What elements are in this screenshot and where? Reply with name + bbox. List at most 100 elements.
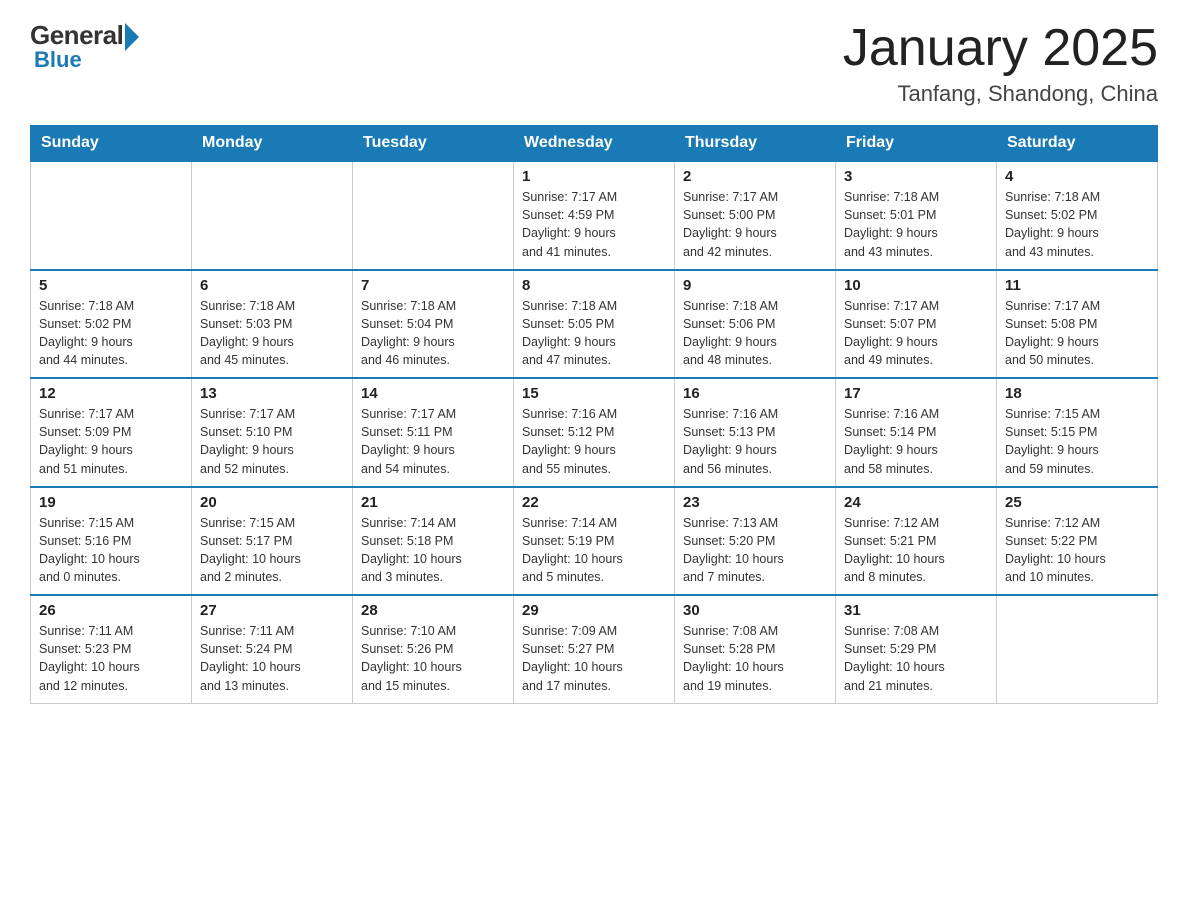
logo: General Blue <box>30 20 139 73</box>
day-number: 12 <box>39 385 183 402</box>
day-info: Sunrise: 7:17 AM Sunset: 4:59 PM Dayligh… <box>522 188 666 261</box>
day-number: 29 <box>522 602 666 619</box>
day-number: 5 <box>39 277 183 294</box>
calendar-day-header: Tuesday <box>353 126 514 162</box>
logo-blue-text: Blue <box>34 47 82 73</box>
page-header: General Blue January 2025 Tanfang, Shand… <box>30 20 1158 107</box>
calendar-day-cell: 21Sunrise: 7:14 AM Sunset: 5:18 PM Dayli… <box>353 487 514 596</box>
day-number: 1 <box>522 168 666 185</box>
calendar-week-row: 26 Sunrise: 7:11 AM Sunset: 5:23 PM Dayli… <box>31 595 1158 703</box>
page-title: January 2025 <box>843 20 1158 77</box>
day-number: 8 <box>522 277 666 294</box>
calendar-day-cell: 29 Sunrise: 7:09 AM Sunset: 5:27 PM Dayli… <box>514 595 675 703</box>
calendar-day-cell: 31 Sunrise: 7:08 AM Sunset: 5:29 PM Dayli… <box>836 595 997 703</box>
calendar-day-header: Monday <box>192 126 353 162</box>
calendar-week-row: 1 Sunrise: 7:17 AM Sunset: 4:59 PM Daylig… <box>31 161 1158 270</box>
day-number: 20 <box>200 494 344 511</box>
calendar-day-cell: 13 Sunrise: 7:17 AM Sunset: 5:10 PM Dayli… <box>192 378 353 487</box>
calendar-day-cell: 5Sunrise: 7:18 AM Sunset: 5:02 PM Daylig… <box>31 270 192 379</box>
calendar-day-header: Thursday <box>675 126 836 162</box>
day-info: Sunrise: 7:16 AM Sunset: 5:13 PM Dayligh… <box>683 405 827 478</box>
day-number: 13 <box>200 385 344 402</box>
calendar-day-cell <box>192 161 353 270</box>
day-info: Sunrise: 7:15 AM Sunset: 5:15 PM Dayligh… <box>1005 405 1149 478</box>
calendar-day-cell: 9Sunrise: 7:18 AM Sunset: 5:06 PM Daylig… <box>675 270 836 379</box>
calendar-day-cell: 12Sunrise: 7:17 AM Sunset: 5:09 PM Dayli… <box>31 378 192 487</box>
day-info: Sunrise: 7:08 AM Sunset: 5:29 PM Dayligh… <box>844 622 988 695</box>
calendar-day-cell: 20 Sunrise: 7:15 AM Sunset: 5:17 PM Dayli… <box>192 487 353 596</box>
calendar-day-cell: 6Sunrise: 7:18 AM Sunset: 5:03 PM Daylig… <box>192 270 353 379</box>
day-info: Sunrise: 7:08 AM Sunset: 5:28 PM Dayligh… <box>683 622 827 695</box>
day-number: 22 <box>522 494 666 511</box>
day-info: Sunrise: 7:12 AM Sunset: 5:22 PM Dayligh… <box>1005 514 1149 587</box>
day-number: 14 <box>361 385 505 402</box>
day-info: Sunrise: 7:11 AM Sunset: 5:23 PM Dayligh… <box>39 622 183 695</box>
day-info: Sunrise: 7:17 AM Sunset: 5:00 PM Dayligh… <box>683 188 827 261</box>
day-info: Sunrise: 7:18 AM Sunset: 5:05 PM Dayligh… <box>522 297 666 370</box>
day-number: 25 <box>1005 494 1149 511</box>
calendar-week-row: 5Sunrise: 7:18 AM Sunset: 5:02 PM Daylig… <box>31 270 1158 379</box>
day-number: 30 <box>683 602 827 619</box>
day-info: Sunrise: 7:18 AM Sunset: 5:06 PM Dayligh… <box>683 297 827 370</box>
calendar-day-cell: 18 Sunrise: 7:15 AM Sunset: 5:15 PM Dayli… <box>997 378 1158 487</box>
day-info: Sunrise: 7:15 AM Sunset: 5:17 PM Dayligh… <box>200 514 344 587</box>
logo-arrow-icon <box>125 23 139 51</box>
calendar-day-cell: 15 Sunrise: 7:16 AM Sunset: 5:12 PM Dayli… <box>514 378 675 487</box>
calendar-day-cell: 27 Sunrise: 7:11 AM Sunset: 5:24 PM Dayli… <box>192 595 353 703</box>
calendar-week-row: 12Sunrise: 7:17 AM Sunset: 5:09 PM Dayli… <box>31 378 1158 487</box>
calendar-day-cell: 4 Sunrise: 7:18 AM Sunset: 5:02 PM Daylig… <box>997 161 1158 270</box>
day-info: Sunrise: 7:17 AM Sunset: 5:07 PM Dayligh… <box>844 297 988 370</box>
calendar-day-cell: 19Sunrise: 7:15 AM Sunset: 5:16 PM Dayli… <box>31 487 192 596</box>
calendar-day-cell: 25 Sunrise: 7:12 AM Sunset: 5:22 PM Dayli… <box>997 487 1158 596</box>
day-info: Sunrise: 7:18 AM Sunset: 5:02 PM Dayligh… <box>1005 188 1149 261</box>
calendar-day-cell: 22Sunrise: 7:14 AM Sunset: 5:19 PM Dayli… <box>514 487 675 596</box>
day-info: Sunrise: 7:17 AM Sunset: 5:08 PM Dayligh… <box>1005 297 1149 370</box>
day-info: Sunrise: 7:13 AM Sunset: 5:20 PM Dayligh… <box>683 514 827 587</box>
day-number: 11 <box>1005 277 1149 294</box>
day-info: Sunrise: 7:09 AM Sunset: 5:27 PM Dayligh… <box>522 622 666 695</box>
day-number: 6 <box>200 277 344 294</box>
calendar-day-cell: 3Sunrise: 7:18 AM Sunset: 5:01 PM Daylig… <box>836 161 997 270</box>
calendar-day-cell: 10Sunrise: 7:17 AM Sunset: 5:07 PM Dayli… <box>836 270 997 379</box>
calendar-day-cell: 7Sunrise: 7:18 AM Sunset: 5:04 PM Daylig… <box>353 270 514 379</box>
day-number: 26 <box>39 602 183 619</box>
day-number: 27 <box>200 602 344 619</box>
day-number: 2 <box>683 168 827 185</box>
calendar-day-cell: 2 Sunrise: 7:17 AM Sunset: 5:00 PM Daylig… <box>675 161 836 270</box>
calendar-day-cell <box>997 595 1158 703</box>
day-number: 16 <box>683 385 827 402</box>
calendar-day-header: Wednesday <box>514 126 675 162</box>
day-info: Sunrise: 7:11 AM Sunset: 5:24 PM Dayligh… <box>200 622 344 695</box>
day-number: 17 <box>844 385 988 402</box>
calendar-day-cell: 1 Sunrise: 7:17 AM Sunset: 4:59 PM Daylig… <box>514 161 675 270</box>
calendar-day-cell: 30 Sunrise: 7:08 AM Sunset: 5:28 PM Dayli… <box>675 595 836 703</box>
day-number: 4 <box>1005 168 1149 185</box>
day-number: 23 <box>683 494 827 511</box>
day-number: 15 <box>522 385 666 402</box>
day-info: Sunrise: 7:17 AM Sunset: 5:11 PM Dayligh… <box>361 405 505 478</box>
day-info: Sunrise: 7:15 AM Sunset: 5:16 PM Dayligh… <box>39 514 183 587</box>
calendar-day-cell: 23 Sunrise: 7:13 AM Sunset: 5:20 PM Dayli… <box>675 487 836 596</box>
calendar-day-cell: 24Sunrise: 7:12 AM Sunset: 5:21 PM Dayli… <box>836 487 997 596</box>
day-number: 7 <box>361 277 505 294</box>
day-number: 21 <box>361 494 505 511</box>
day-info: Sunrise: 7:16 AM Sunset: 5:14 PM Dayligh… <box>844 405 988 478</box>
calendar-day-header: Friday <box>836 126 997 162</box>
title-block: January 2025 Tanfang, Shandong, China <box>843 20 1158 107</box>
calendar-day-cell <box>31 161 192 270</box>
day-info: Sunrise: 7:17 AM Sunset: 5:10 PM Dayligh… <box>200 405 344 478</box>
calendar-day-cell: 11 Sunrise: 7:17 AM Sunset: 5:08 PM Dayli… <box>997 270 1158 379</box>
day-number: 31 <box>844 602 988 619</box>
calendar-header-row: SundayMondayTuesdayWednesdayThursdayFrid… <box>31 126 1158 162</box>
day-number: 24 <box>844 494 988 511</box>
calendar-table: SundayMondayTuesdayWednesdayThursdayFrid… <box>30 125 1158 704</box>
day-info: Sunrise: 7:16 AM Sunset: 5:12 PM Dayligh… <box>522 405 666 478</box>
calendar-day-cell <box>353 161 514 270</box>
day-number: 18 <box>1005 385 1149 402</box>
calendar-day-cell: 26 Sunrise: 7:11 AM Sunset: 5:23 PM Dayli… <box>31 595 192 703</box>
day-info: Sunrise: 7:10 AM Sunset: 5:26 PM Dayligh… <box>361 622 505 695</box>
day-info: Sunrise: 7:18 AM Sunset: 5:01 PM Dayligh… <box>844 188 988 261</box>
calendar-day-cell: 14 Sunrise: 7:17 AM Sunset: 5:11 PM Dayli… <box>353 378 514 487</box>
calendar-day-header: Saturday <box>997 126 1158 162</box>
calendar-day-cell: 8 Sunrise: 7:18 AM Sunset: 5:05 PM Daylig… <box>514 270 675 379</box>
